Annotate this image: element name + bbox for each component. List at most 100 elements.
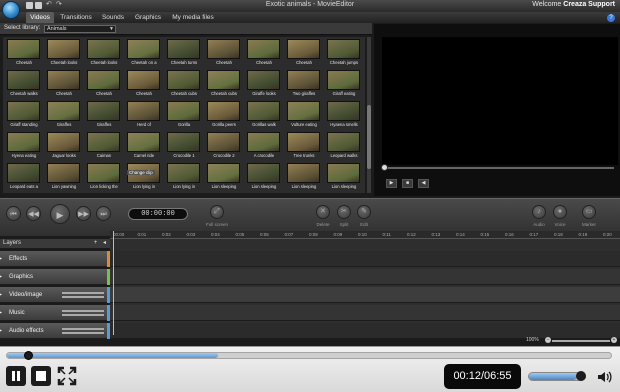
go-to-start-icon[interactable]: ⏮ <box>6 206 21 221</box>
volume-knob[interactable] <box>576 371 586 381</box>
clip-item[interactable]: Crocodile 2 <box>205 131 241 161</box>
layer-row[interactable]: ▸ Graphics <box>0 269 110 285</box>
clip-item[interactable]: Hyena eating <box>5 131 41 161</box>
help-icon[interactable]: ? <box>607 14 615 22</box>
step-back-icon[interactable]: ◀◀ <box>26 206 41 221</box>
clip-item[interactable]: Lion yawning <box>45 162 81 192</box>
clip-item[interactable]: Two giraffes <box>285 69 321 99</box>
play-icon[interactable]: ▶ <box>50 204 70 224</box>
clip-item[interactable]: Lion sleeping <box>245 162 281 192</box>
audio-tool-icon[interactable]: ♪ <box>532 205 546 219</box>
preview-volume-icon[interactable]: ◀ <box>418 179 429 188</box>
clip-item[interactable]: Lion lying in <box>165 162 201 192</box>
clip-item[interactable]: Cheetah <box>245 38 281 68</box>
clip-item[interactable]: Giraff standing <box>5 100 41 130</box>
clip-item[interactable]: Gorilla <box>165 100 201 130</box>
split-tool-icon[interactable]: ✂ <box>337 205 351 219</box>
clip-item[interactable]: Cheetah <box>45 69 81 99</box>
clip-item[interactable]: Gorilla peers <box>205 100 241 130</box>
zoom-slider[interactable] <box>552 340 610 342</box>
clip-item[interactable]: Cheetah on a <box>125 38 161 68</box>
clip-item[interactable]: Cheetah looks <box>85 38 121 68</box>
clip-item[interactable]: Lion sleeping <box>325 162 361 192</box>
layer-volume-bar[interactable] <box>62 328 104 330</box>
clip-grid-scrollbar[interactable] <box>367 37 371 193</box>
clip-item[interactable]: Caiman <box>85 131 121 161</box>
clip-item[interactable]: Cheetah <box>285 38 321 68</box>
tab-my-media-files[interactable]: My media files <box>168 12 218 23</box>
clip-item[interactable]: Lion sleeping <box>205 162 241 192</box>
clip-item[interactable]: Lion licking the <box>85 162 121 192</box>
clip-item[interactable]: Herd of <box>125 100 161 130</box>
marker-tool-icon[interactable]: ▭ <box>582 205 596 219</box>
clip-item[interactable]: Cheetah <box>205 38 241 68</box>
clip-item[interactable]: Giraff eating <box>325 69 361 99</box>
expand-icon[interactable]: ▸ <box>0 308 2 318</box>
clip-item[interactable]: Lion sleeping <box>285 162 321 192</box>
tab-videos[interactable]: Videos <box>26 12 54 23</box>
timeline-ruler[interactable]: 00:00 0:01 0:02 0:03 0:04 0:05 0:06 0:07 0:08 0:0… <box>110 231 620 239</box>
preview-stop-icon[interactable]: ■ <box>402 179 413 188</box>
expand-icon[interactable]: ▸ <box>0 290 2 300</box>
clip-item[interactable]: Tree trunks <box>285 131 321 161</box>
layer-row[interactable]: ▸ Music <box>0 305 110 321</box>
layer-volume-bar[interactable] <box>62 296 104 298</box>
clip-item[interactable]: Camel ride <box>125 131 161 161</box>
pause-button[interactable] <box>6 366 26 386</box>
delete-tool-icon[interactable]: ✕ <box>316 205 330 219</box>
layer-lane[interactable] <box>110 287 620 303</box>
clip-item[interactable]: Cheetah looks <box>45 38 81 68</box>
clip-item[interactable]: A crocodile <box>245 131 281 161</box>
playback-progress-bar[interactable] <box>6 352 612 359</box>
clip-item[interactable]: Lion lying in Change clip <box>125 162 161 192</box>
clip-item[interactable]: Cheetah cubs <box>165 69 201 99</box>
scrollbar-thumb[interactable] <box>367 105 371 169</box>
step-forward-icon[interactable]: ▶▶ <box>76 206 91 221</box>
clip-item[interactable]: Gorillas walk <box>245 100 281 130</box>
timeline-playhead[interactable] <box>113 231 114 335</box>
layer-volume-bar[interactable] <box>62 332 104 334</box>
layer-volume-bar[interactable] <box>62 292 104 294</box>
layer-volume-bar[interactable] <box>62 310 104 312</box>
clip-item[interactable]: Cheetah <box>5 38 41 68</box>
fullscreen-tool-icon[interactable]: ⤢ <box>210 205 224 219</box>
clip-item[interactable]: Cheetah cubs <box>205 69 241 99</box>
clip-item[interactable]: Giraffe looks <box>245 69 281 99</box>
stop-button[interactable] <box>31 366 51 386</box>
expand-icon[interactable]: ▸ <box>0 272 2 282</box>
clip-item[interactable]: Cheetah <box>85 69 121 99</box>
user-name[interactable]: Creaza Support <box>563 1 615 8</box>
zoom-in-icon[interactable]: + <box>611 337 617 343</box>
layer-lane[interactable] <box>110 269 620 285</box>
expand-icon[interactable]: ▸ <box>0 326 2 336</box>
speaker-icon[interactable] <box>596 369 612 385</box>
voice-tool-icon[interactable]: ● <box>553 205 567 219</box>
layer-volume-bar[interactable] <box>62 314 104 316</box>
clip-item[interactable]: Giraffes <box>45 100 81 130</box>
clip-item[interactable]: Hyaena smells <box>325 100 361 130</box>
clip-item[interactable]: Cheetah walks <box>5 69 41 99</box>
layer-row[interactable]: ▸ Audio effects <box>0 323 110 339</box>
preview-scrubber[interactable] <box>384 167 614 169</box>
layer-row[interactable]: ▸ Effects <box>0 251 110 267</box>
collapse-icon[interactable]: ◂ <box>101 240 108 247</box>
fullscreen-button[interactable] <box>57 366 77 386</box>
clip-item[interactable]: Jaguar looks <box>45 131 81 161</box>
clip-item[interactable]: Cheetah jumps <box>325 38 361 68</box>
tab-transitions[interactable]: Transitions <box>58 12 94 23</box>
clip-item[interactable]: Vulture eating <box>285 100 321 130</box>
tab-sounds[interactable]: Sounds <box>98 12 128 23</box>
layer-lane[interactable] <box>110 305 620 321</box>
playback-progress-knob[interactable] <box>24 351 33 360</box>
clip-item[interactable]: Leopard eats a <box>5 162 41 192</box>
library-select[interactable]: Animals ▼ <box>44 25 116 33</box>
tab-graphics[interactable]: Graphics <box>132 12 164 23</box>
go-to-end-icon[interactable]: ⏭ <box>96 206 111 221</box>
preview-play-icon[interactable]: ▶ <box>386 179 397 188</box>
clip-item[interactable]: Crocodile 1 <box>165 131 201 161</box>
layer-row[interactable]: ▸ Video/image <box>0 287 110 303</box>
clip-item[interactable]: Cheetah <box>125 69 161 99</box>
clip-item[interactable]: Leopard walks <box>325 131 361 161</box>
layer-lane[interactable] <box>110 251 620 267</box>
edit-tool-icon[interactable]: ✎ <box>357 205 371 219</box>
